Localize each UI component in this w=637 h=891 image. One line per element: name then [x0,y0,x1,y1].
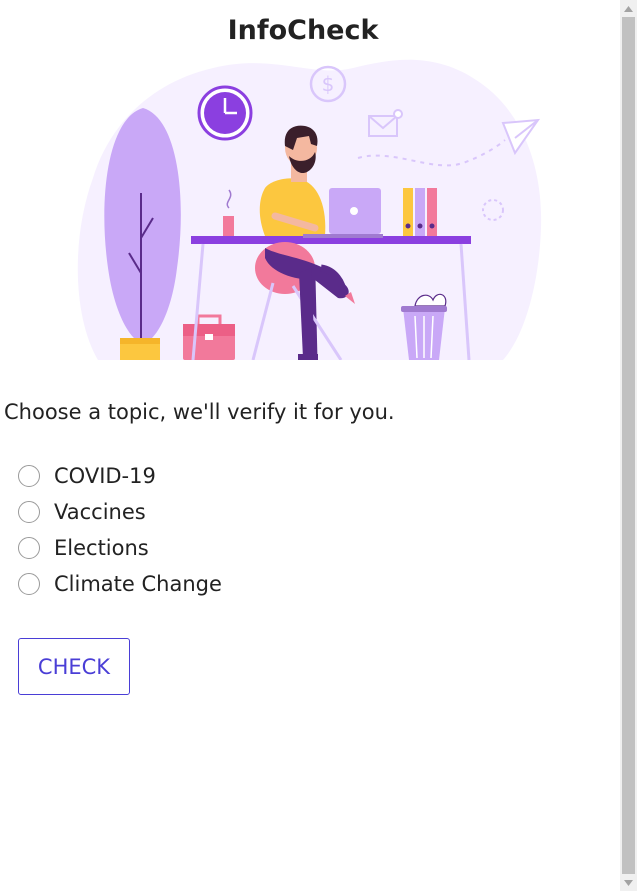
page: InfoCheck $ Choose a topic, we'll verify… [0,0,620,891]
option-label: Climate Change [54,572,222,596]
topic-prompt: Choose a topic, we'll verify it for you. [4,400,395,424]
topic-option-vaccines[interactable]: Vaccines [18,494,222,530]
topic-option-elections[interactable]: Elections [18,530,222,566]
radio-button[interactable] [18,501,40,523]
svg-text:$: $ [322,72,335,96]
scroll-down-arrow-icon[interactable] [620,874,637,891]
scrollbar-thumb[interactable] [622,17,635,874]
app-title: InfoCheck [227,15,379,46]
option-label: Elections [54,536,149,560]
vertical-scrollbar[interactable] [620,0,637,891]
binders-icon [403,188,437,236]
check-button[interactable]: CHECK [18,638,130,695]
radio-button[interactable] [18,573,40,595]
clock-icon [197,85,253,141]
topic-radio-group: COVID-19 Vaccines Elections Climate Chan… [18,458,222,602]
topic-option-climate-change[interactable]: Climate Change [18,566,222,602]
option-label: Vaccines [54,500,146,524]
scroll-up-arrow-icon[interactable] [620,0,637,17]
radio-button[interactable] [18,537,40,559]
option-label: COVID-19 [54,464,156,488]
hero-illustration: $ [77,59,542,360]
topic-option-covid[interactable]: COVID-19 [18,458,222,494]
radio-button[interactable] [18,465,40,487]
